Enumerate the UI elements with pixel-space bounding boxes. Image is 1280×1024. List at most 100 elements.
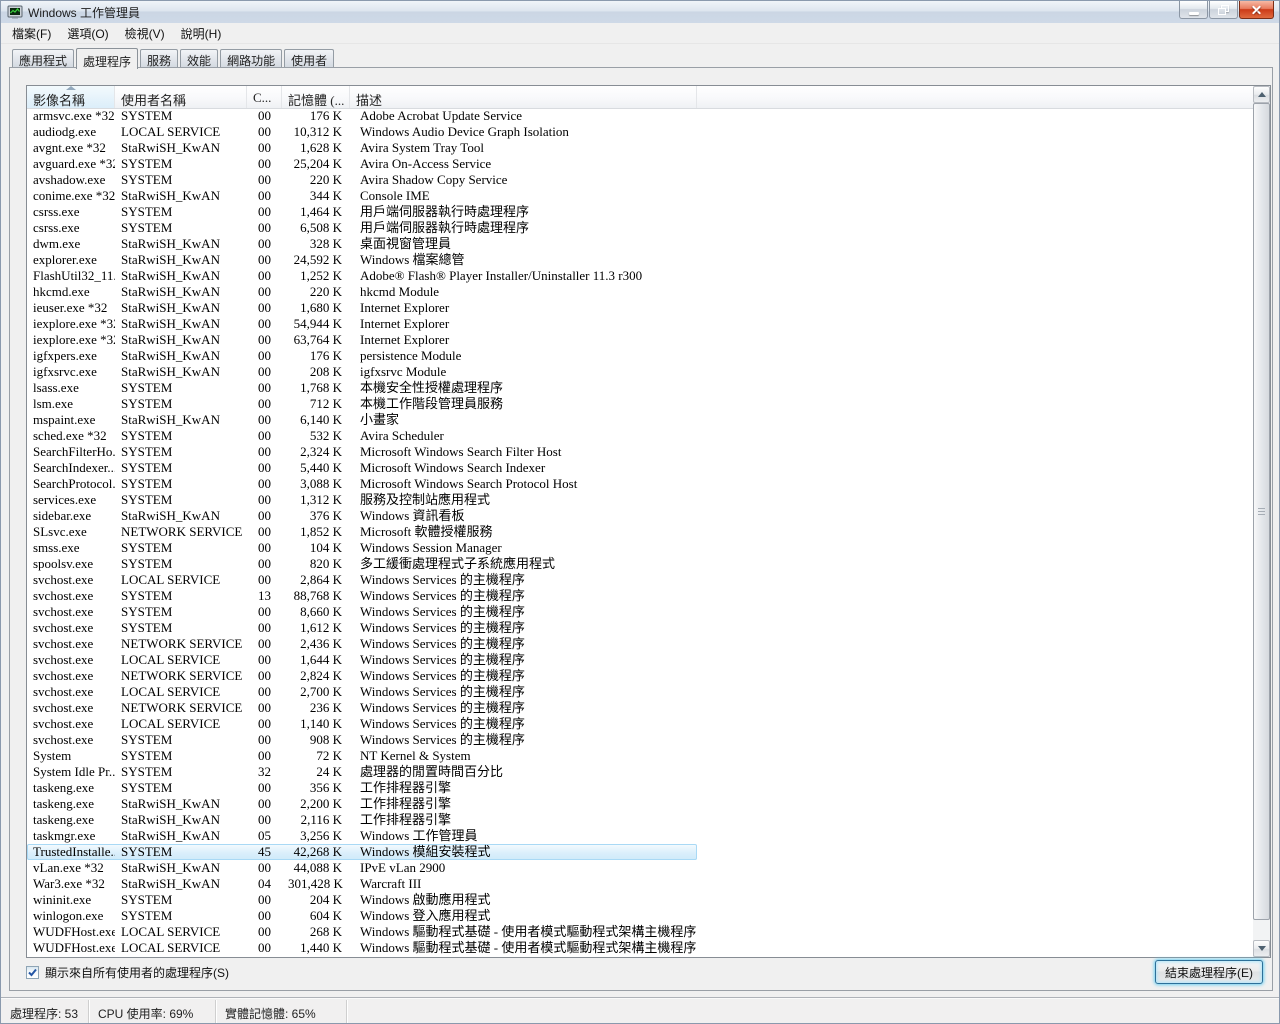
cell-image: svchost.exe xyxy=(27,652,115,668)
table-row[interactable]: SystemSYSTEM0072 KNT Kernel & System xyxy=(27,748,697,764)
table-row[interactable]: TrustedInstalle...SYSTEM4542,268 KWindow… xyxy=(27,844,697,860)
table-row[interactable]: taskmgr.exeStaRwiSH_KwAN053,256 KWindows… xyxy=(27,828,697,844)
table-row[interactable]: spoolsv.exeSYSTEM00820 K多工緩衝處理程式子系統應用程式 xyxy=(27,556,697,572)
table-row[interactable]: smss.exeSYSTEM00104 KWindows Session Man… xyxy=(27,540,697,556)
cell-cpu: 00 xyxy=(247,684,282,700)
scroll-down-button[interactable] xyxy=(1253,940,1270,957)
table-row[interactable]: igfxsrvc.exeStaRwiSH_KwAN00208 Kigfxsrvc… xyxy=(27,364,697,380)
cell-memory: 268 K xyxy=(282,924,350,940)
tab-processes[interactable]: 處理程序 xyxy=(76,48,138,69)
tab-users[interactable]: 使用者 xyxy=(284,49,334,67)
table-row[interactable]: svchost.exeSYSTEM008,660 KWindows Servic… xyxy=(27,604,697,620)
table-row[interactable]: WUDFHost.exeLOCAL SERVICE001,440 KWindow… xyxy=(27,940,697,956)
cell-description: Adobe Acrobat Update Service xyxy=(350,108,697,124)
window-controls xyxy=(1178,1,1274,19)
tab-networking[interactable]: 網路功能 xyxy=(220,49,282,67)
vertical-scrollbar[interactable] xyxy=(1253,86,1270,957)
cell-memory: 10,312 K xyxy=(282,124,350,140)
table-row[interactable]: lsass.exeSYSTEM001,768 K本機安全性授權處理程序 xyxy=(27,380,697,396)
column-header-cpu[interactable]: C... xyxy=(247,86,282,108)
table-row[interactable]: SearchProtocol...SYSTEM003,088 KMicrosof… xyxy=(27,476,697,492)
table-row[interactable]: wininit.exeSYSTEM00204 KWindows 啟動應用程式 xyxy=(27,892,697,908)
scroll-up-button[interactable] xyxy=(1253,86,1270,103)
table-row[interactable]: explorer.exeStaRwiSH_KwAN0024,592 KWindo… xyxy=(27,252,697,268)
tab-performance[interactable]: 效能 xyxy=(180,49,218,67)
table-row[interactable]: taskeng.exeStaRwiSH_KwAN002,200 K工作排程器引擎 xyxy=(27,796,697,812)
table-row[interactable]: dwm.exeStaRwiSH_KwAN00328 K桌面視窗管理員 xyxy=(27,236,697,252)
column-header-user-name[interactable]: 使用者名稱 xyxy=(115,86,247,108)
table-row[interactable]: SearchIndexer....SYSTEM005,440 KMicrosof… xyxy=(27,460,697,476)
cell-user: StaRwiSH_KwAN xyxy=(115,796,247,812)
scrollbar-thumb[interactable] xyxy=(1253,103,1270,920)
table-row[interactable]: winlogon.exeSYSTEM00604 KWindows 登入應用程式 xyxy=(27,908,697,924)
cell-memory: 24 K xyxy=(282,764,350,780)
menu-options[interactable]: 選項(O) xyxy=(59,22,116,45)
table-row[interactable]: avshadow.exeSYSTEM00220 KAvira Shadow Co… xyxy=(27,172,697,188)
minimize-button[interactable] xyxy=(1179,1,1208,19)
table-row[interactable]: svchost.exeNETWORK SERVICE00236 KWindows… xyxy=(27,700,697,716)
show-all-users-checkbox[interactable] xyxy=(26,966,39,979)
menu-help[interactable]: 說明(H) xyxy=(173,22,230,45)
cell-cpu: 00 xyxy=(247,940,282,956)
table-row[interactable]: csrss.exeSYSTEM006,508 K用戶端伺服器執行時處理程序 xyxy=(27,220,697,236)
cell-image: svchost.exe xyxy=(27,604,115,620)
table-row[interactable]: vLan.exe *32StaRwiSH_KwAN0044,088 KIPvE … xyxy=(27,860,697,876)
minimize-icon xyxy=(1189,12,1199,15)
cell-description: Windows Services 的主機程序 xyxy=(350,652,697,668)
table-row[interactable]: svchost.exeSYSTEM1388,768 KWindows Servi… xyxy=(27,588,697,604)
cell-image: dwm.exe xyxy=(27,236,115,252)
table-row[interactable]: csrss.exeSYSTEM001,464 K用戶端伺服器執行時處理程序 xyxy=(27,204,697,220)
table-row[interactable]: sidebar.exeStaRwiSH_KwAN00376 KWindows 資… xyxy=(27,508,697,524)
table-row[interactable]: taskeng.exeStaRwiSH_KwAN002,116 K工作排程器引擎 xyxy=(27,812,697,828)
column-header-description[interactable]: 描述 xyxy=(350,86,697,108)
table-row[interactable]: ieuser.exe *32StaRwiSH_KwAN001,680 KInte… xyxy=(27,300,697,316)
table-row[interactable]: svchost.exeLOCAL SERVICE002,700 KWindows… xyxy=(27,684,697,700)
table-row[interactable]: audiodg.exeLOCAL SERVICE0010,312 KWindow… xyxy=(27,124,697,140)
table-row[interactable]: sched.exe *32SYSTEM00532 KAvira Schedule… xyxy=(27,428,697,444)
restore-button[interactable] xyxy=(1209,1,1238,19)
table-row[interactable]: System Idle Pr...SYSTEM3224 K處理器的閒置時間百分比 xyxy=(27,764,697,780)
table-row[interactable]: iexplore.exe *32StaRwiSH_KwAN0063,764 KI… xyxy=(27,332,697,348)
menu-view[interactable]: 檢視(V) xyxy=(117,22,173,45)
column-header-image-name[interactable]: 影像名稱 xyxy=(27,86,115,108)
cell-description: Windows 資訊看板 xyxy=(350,508,697,524)
end-process-button[interactable]: 結束處理程序(E) xyxy=(1155,960,1263,984)
table-row[interactable]: War3.exe *32StaRwiSH_KwAN04301,428 KWarc… xyxy=(27,876,697,892)
table-row[interactable]: iexplore.exe *32StaRwiSH_KwAN0054,944 KI… xyxy=(27,316,697,332)
table-row[interactable]: services.exeSYSTEM001,312 K服務及控制站應用程式 xyxy=(27,492,697,508)
status-filler xyxy=(347,1000,1279,1023)
table-row[interactable]: svchost.exeLOCAL SERVICE001,140 KWindows… xyxy=(27,716,697,732)
cell-cpu: 00 xyxy=(247,668,282,684)
table-row[interactable]: armsvc.exe *32SYSTEM00176 KAdobe Acrobat… xyxy=(27,108,697,124)
menu-file[interactable]: 檔案(F) xyxy=(4,22,59,45)
close-button[interactable] xyxy=(1239,1,1274,19)
table-row[interactable]: mspaint.exeStaRwiSH_KwAN006,140 K小畫家 xyxy=(27,412,697,428)
table-row[interactable]: avgnt.exe *32StaRwiSH_KwAN001,628 KAvira… xyxy=(27,140,697,156)
table-row[interactable]: taskeng.exeSYSTEM00356 K工作排程器引擎 xyxy=(27,780,697,796)
table-row[interactable]: FlashUtil32_11...StaRwiSH_KwAN001,252 KA… xyxy=(27,268,697,284)
table-row[interactable]: svchost.exeLOCAL SERVICE002,864 KWindows… xyxy=(27,572,697,588)
table-row[interactable]: lsm.exeSYSTEM00712 K本機工作階段管理員服務 xyxy=(27,396,697,412)
cell-memory: 1,768 K xyxy=(282,380,350,396)
table-row[interactable]: svchost.exeSYSTEM00908 KWindows Services… xyxy=(27,732,697,748)
table-row[interactable]: avguard.exe *32SYSTEM0025,204 KAvira On-… xyxy=(27,156,697,172)
table-row[interactable]: svchost.exeNETWORK SERVICE002,824 KWindo… xyxy=(27,668,697,684)
table-row[interactable]: SLsvc.exeNETWORK SERVICE001,852 KMicroso… xyxy=(27,524,697,540)
table-row[interactable]: svchost.exeLOCAL SERVICE001,644 KWindows… xyxy=(27,652,697,668)
cell-cpu: 00 xyxy=(247,892,282,908)
column-header-memory[interactable]: 記憶體 (... xyxy=(282,86,350,108)
status-processes: 處理程序: 53 xyxy=(1,1000,89,1023)
tab-applications[interactable]: 應用程式 xyxy=(12,49,74,67)
cell-cpu: 13 xyxy=(247,588,282,604)
table-row[interactable]: WUDFHost.exeLOCAL SERVICE00268 KWindows … xyxy=(27,924,697,940)
table-row[interactable]: hkcmd.exeStaRwiSH_KwAN00220 Khkcmd Modul… xyxy=(27,284,697,300)
process-list: 影像名稱 使用者名稱 C... 記憶體 (... 描述 armsvc.exe *… xyxy=(26,85,1271,958)
tab-services[interactable]: 服務 xyxy=(140,49,178,67)
cell-cpu: 00 xyxy=(247,300,282,316)
table-row[interactable]: SearchFilterHo...SYSTEM002,324 KMicrosof… xyxy=(27,444,697,460)
cell-memory: 176 K xyxy=(282,108,350,124)
table-row[interactable]: conime.exe *32StaRwiSH_KwAN00344 KConsol… xyxy=(27,188,697,204)
table-row[interactable]: svchost.exeNETWORK SERVICE002,436 KWindo… xyxy=(27,636,697,652)
table-row[interactable]: igfxpers.exeStaRwiSH_KwAN00176 Kpersiste… xyxy=(27,348,697,364)
table-row[interactable]: svchost.exeSYSTEM001,612 KWindows Servic… xyxy=(27,620,697,636)
